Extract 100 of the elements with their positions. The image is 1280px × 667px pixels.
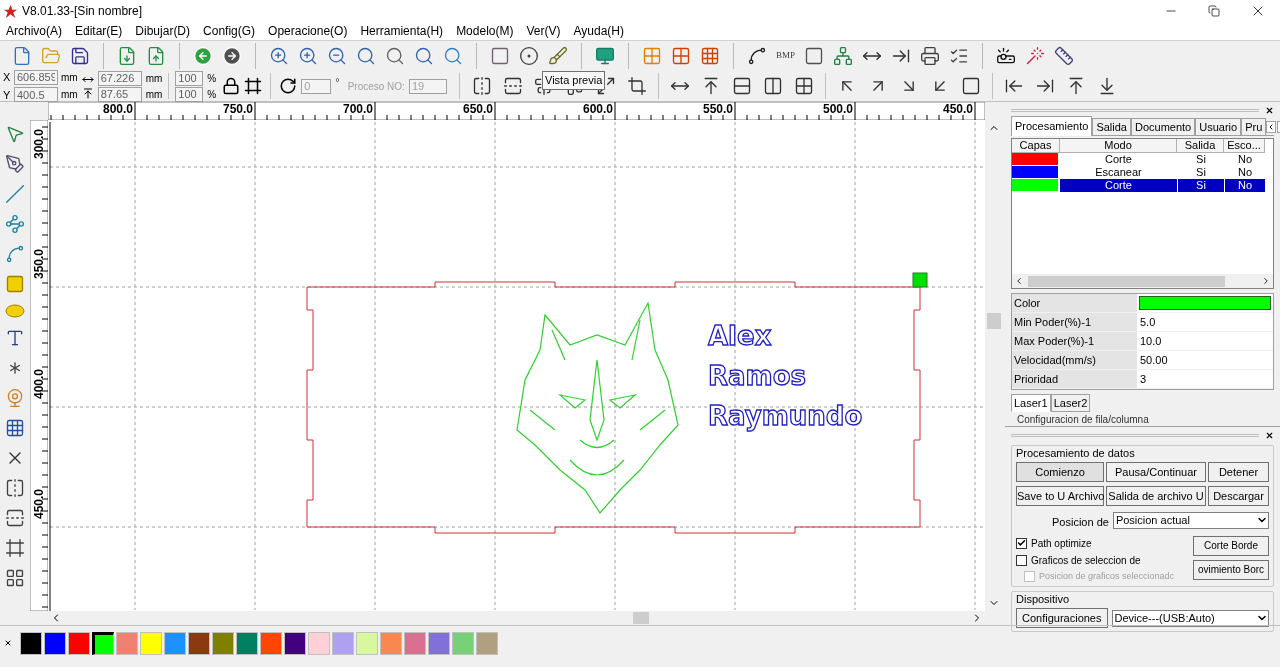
center-icon[interactable] bbox=[960, 76, 981, 96]
square-icon[interactable] bbox=[490, 46, 510, 66]
color-swatch[interactable] bbox=[92, 631, 114, 655]
import-icon[interactable] bbox=[117, 46, 137, 66]
property-value[interactable]: 10.0 bbox=[1137, 332, 1273, 350]
zoom-grid-icon[interactable] bbox=[385, 46, 405, 66]
menu-item[interactable]: Modelo(M) bbox=[456, 22, 514, 40]
menu-item[interactable]: Editar(E) bbox=[75, 22, 123, 40]
zoom-text-icon[interactable] bbox=[414, 46, 434, 66]
property-value[interactable]: 5.0 bbox=[1137, 313, 1273, 331]
flip-vertical-icon[interactable] bbox=[502, 76, 523, 96]
text-icon[interactable] bbox=[5, 328, 25, 348]
input-field[interactable]: 87.65 bbox=[97, 86, 142, 102]
nodes-icon[interactable] bbox=[833, 46, 853, 66]
panel-tab[interactable]: Pru bbox=[1241, 118, 1267, 135]
frame-icon[interactable] bbox=[244, 76, 263, 96]
camera-icon[interactable] bbox=[5, 388, 25, 408]
horizontal-scrollbar[interactable] bbox=[1012, 274, 1273, 288]
mirror-vertical-icon[interactable] bbox=[5, 508, 25, 528]
rectangle-icon[interactable] bbox=[5, 274, 25, 294]
laser-tab[interactable]: Laser1 bbox=[1011, 394, 1051, 412]
panel-tab[interactable]: Procesamiento bbox=[1011, 116, 1093, 136]
flip-horizontal-icon[interactable] bbox=[471, 76, 492, 96]
save-icon[interactable] bbox=[70, 46, 90, 66]
table-cell[interactable]: Corte bbox=[1060, 179, 1177, 192]
panel-tab[interactable]: Usuario bbox=[1195, 118, 1242, 135]
rows-icon[interactable] bbox=[731, 76, 752, 96]
table-cell[interactable]: Si bbox=[1177, 179, 1224, 192]
array-icon[interactable] bbox=[642, 46, 662, 66]
grid-icon[interactable] bbox=[5, 568, 25, 588]
column-header[interactable]: Capas bbox=[1012, 139, 1060, 153]
grid-icon[interactable] bbox=[793, 76, 814, 96]
column-header[interactable]: Modo bbox=[1060, 139, 1177, 153]
new-file-icon[interactable] bbox=[12, 46, 32, 66]
curve-icon[interactable] bbox=[747, 46, 767, 66]
property-value[interactable]: 3 bbox=[1137, 370, 1273, 388]
scroll-right-icon[interactable] bbox=[1261, 276, 1271, 286]
frame-icon[interactable] bbox=[5, 538, 25, 558]
pointer-icon[interactable] bbox=[5, 124, 25, 144]
ruler-icon[interactable] bbox=[1054, 46, 1074, 66]
printer-icon[interactable] bbox=[920, 46, 940, 66]
tab-scroll-left-icon[interactable] bbox=[1266, 121, 1277, 133]
mirror-horizontal-icon[interactable] bbox=[5, 478, 25, 498]
layer-color-swatch[interactable] bbox=[1012, 179, 1058, 191]
scroll-thumb[interactable] bbox=[987, 313, 1001, 329]
polyline-icon[interactable] bbox=[5, 214, 25, 234]
export-icon[interactable] bbox=[146, 46, 166, 66]
scroll-thumb[interactable] bbox=[633, 612, 649, 624]
action-button[interactable]: Save to U Archivo bbox=[1016, 486, 1104, 506]
brush-icon[interactable] bbox=[548, 46, 568, 66]
grid-icon[interactable] bbox=[5, 418, 25, 438]
selection-handle[interactable] bbox=[912, 272, 928, 288]
property-value[interactable]: 50.00 bbox=[1137, 351, 1273, 369]
color-swatch[interactable] bbox=[1139, 296, 1271, 310]
action-button[interactable]: ovimiento Borc bbox=[1193, 559, 1269, 580]
checkbox[interactable] bbox=[1016, 554, 1027, 566]
panel-tab[interactable]: Documento bbox=[1130, 118, 1196, 135]
panel-tab[interactable]: Salida bbox=[1092, 118, 1131, 135]
close-icon[interactable] bbox=[4, 639, 12, 647]
restore-icon[interactable] bbox=[1208, 5, 1220, 17]
zoom-page-icon[interactable] bbox=[356, 46, 376, 66]
menu-item[interactable]: Herramienta(H) bbox=[360, 22, 444, 40]
menu-item[interactable]: Archivo(A) bbox=[6, 22, 62, 40]
input-field[interactable]: 67.226 bbox=[97, 70, 142, 86]
zoom-in-icon[interactable] bbox=[269, 46, 289, 66]
column-header[interactable]: Salida bbox=[1177, 139, 1224, 153]
action-button[interactable]: Pausa/Continuar bbox=[1106, 462, 1206, 482]
lock-icon[interactable] bbox=[222, 76, 241, 96]
zoom-in-icon[interactable] bbox=[298, 46, 318, 66]
menu-item[interactable]: Operacione(O) bbox=[268, 22, 348, 40]
position-select[interactable]: Posicion actual bbox=[1112, 511, 1269, 529]
menu-item[interactable]: Ver(V) bbox=[526, 22, 561, 40]
bmp-icon[interactable]: BMP bbox=[776, 49, 795, 63]
search-icon[interactable] bbox=[443, 46, 463, 66]
table-cell[interactable]: No bbox=[1224, 179, 1265, 192]
action-button[interactable]: Salida de archivo U bbox=[1106, 486, 1206, 506]
layer-color-swatch[interactable] bbox=[1012, 166, 1058, 178]
array-icon[interactable] bbox=[671, 46, 691, 66]
close-icon[interactable] bbox=[1265, 430, 1274, 440]
menu-item[interactable]: Config(G) bbox=[203, 22, 256, 40]
rotate-icon[interactable] bbox=[279, 77, 298, 95]
line-icon[interactable] bbox=[5, 184, 25, 204]
checkbox-label[interactable]: Path optimize bbox=[1031, 535, 1092, 551]
input-field[interactable]: 100 bbox=[175, 86, 204, 102]
action-button[interactable]: Detener bbox=[1208, 462, 1269, 482]
zoom-out-icon[interactable] bbox=[327, 46, 347, 66]
ellipse-icon[interactable] bbox=[5, 304, 25, 318]
columns-icon[interactable] bbox=[762, 76, 783, 96]
menu-item[interactable]: Dibujar(D) bbox=[135, 22, 191, 40]
projector-icon[interactable] bbox=[996, 46, 1016, 66]
square-icon[interactable] bbox=[804, 46, 824, 66]
menu-item[interactable]: Ayuda(H) bbox=[573, 22, 624, 40]
dot-icon[interactable] bbox=[519, 46, 539, 66]
input-field[interactable]: 400.5 bbox=[14, 87, 58, 103]
node-edit-icon[interactable] bbox=[5, 154, 25, 174]
checkbox[interactable] bbox=[1016, 537, 1027, 549]
column-header[interactable]: Esco... bbox=[1224, 139, 1265, 153]
close-icon[interactable] bbox=[1265, 105, 1274, 115]
layer-color-swatch[interactable] bbox=[1012, 153, 1058, 165]
array-icon[interactable] bbox=[700, 46, 720, 66]
